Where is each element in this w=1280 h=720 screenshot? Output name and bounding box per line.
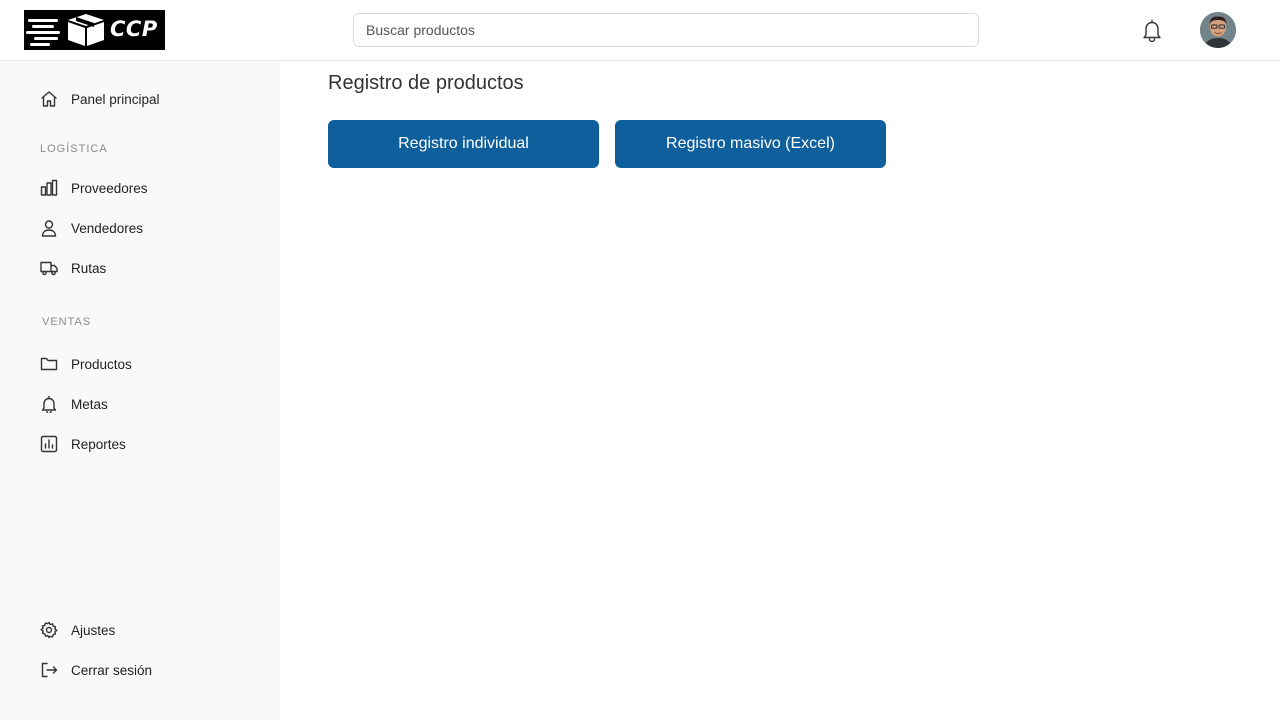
user-icon: [40, 219, 58, 237]
sidebar-item-label: Vendedores: [71, 220, 144, 236]
bell-icon: [1143, 19, 1161, 42]
logout-icon: [40, 661, 58, 679]
section-title-ventas: VENTAS: [42, 316, 92, 328]
sidebar-item-label: Metas: [71, 396, 108, 412]
bar-chart-icon: [40, 179, 58, 197]
user-avatar[interactable]: [1200, 12, 1236, 48]
avatar-image: [1200, 12, 1236, 48]
sidebar: Panel principal LOGÍSTICA Proveedores Ve…: [0, 61, 280, 720]
sidebar-item-ajustes[interactable]: Ajustes: [40, 618, 260, 642]
ccp-logo[interactable]: CCP: [24, 10, 165, 50]
sidebar-item-vendedores[interactable]: Vendedores: [40, 216, 260, 240]
page-title: Registro de productos: [328, 72, 524, 94]
truck-icon: [40, 259, 58, 277]
individual-register-button[interactable]: Registro individual: [328, 120, 599, 168]
sidebar-item-cerrar-sesion[interactable]: Cerrar sesión: [40, 658, 260, 682]
gear-icon: [40, 621, 58, 639]
sidebar-item-label: Proveedores: [71, 180, 148, 196]
report-icon: [40, 435, 58, 453]
folder-icon: [40, 355, 58, 373]
sidebar-item-rutas[interactable]: Rutas: [40, 256, 260, 280]
bell-icon: [40, 395, 58, 413]
sidebar-item-label: Ajustes: [71, 622, 116, 638]
sidebar-item-label: Productos: [71, 356, 132, 372]
logo-text: CCP: [110, 17, 158, 41]
section-title-logistica: LOGÍSTICA: [40, 143, 108, 155]
sidebar-item-label: Rutas: [71, 260, 107, 276]
sidebar-item-label: Cerrar sesión: [71, 662, 153, 678]
top-bar: CCP: [0, 0, 1280, 61]
sidebar-item-panel-principal[interactable]: Panel principal: [40, 87, 260, 111]
sidebar-item-reportes[interactable]: Reportes: [40, 432, 260, 456]
bulk-excel-register-button[interactable]: Registro masivo (Excel): [615, 120, 886, 168]
home-icon: [40, 90, 58, 108]
sidebar-item-productos[interactable]: Productos: [40, 352, 260, 376]
sidebar-item-proveedores[interactable]: Proveedores: [40, 176, 260, 200]
sidebar-item-label: Reportes: [71, 436, 126, 452]
sidebar-item-metas[interactable]: Metas: [40, 392, 260, 416]
sidebar-item-label: Panel principal: [71, 91, 160, 107]
search-input[interactable]: [353, 13, 979, 47]
notifications-button[interactable]: [1140, 18, 1164, 42]
